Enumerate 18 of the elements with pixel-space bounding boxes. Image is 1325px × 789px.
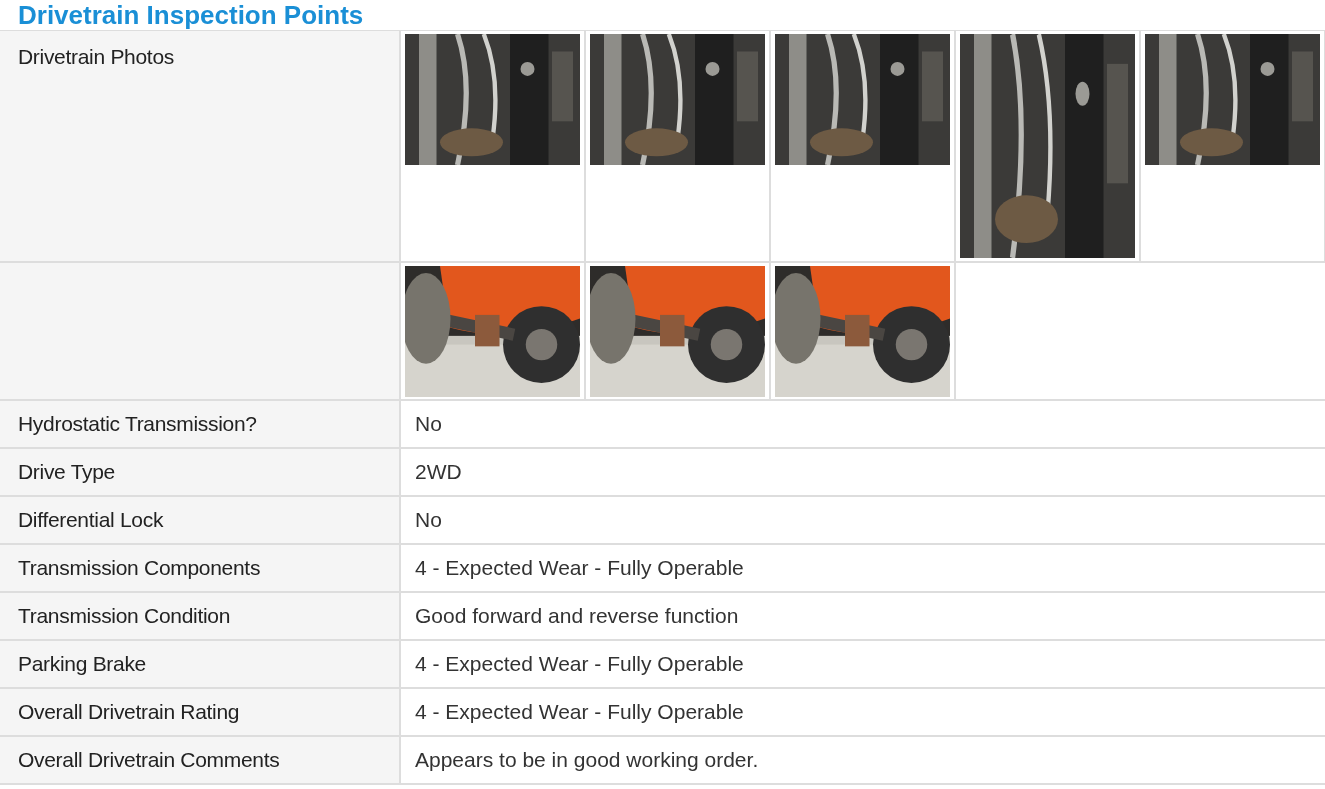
- row-value: 2WD: [415, 460, 462, 484]
- row-value: 4 - Expected Wear - Fully Operable: [415, 556, 744, 580]
- row-value: 4 - Expected Wear - Fully Operable: [415, 652, 744, 676]
- row-label: Drivetrain Photos: [18, 45, 174, 69]
- row-value: 4 - Expected Wear - Fully Operable: [415, 700, 744, 724]
- row-label: Drive Type: [18, 460, 115, 484]
- row-label: Differential Lock: [18, 508, 164, 532]
- row-value: Appears to be in good working order.: [415, 748, 759, 772]
- section-title: Drivetrain Inspection Points: [18, 0, 365, 30]
- row-label: Overall Drivetrain Comments: [18, 748, 280, 772]
- row-label: Parking Brake: [18, 652, 146, 676]
- row-value: No: [415, 508, 442, 532]
- row-value: Good forward and reverse function: [415, 604, 739, 628]
- row-label: Hydrostatic Transmission?: [18, 412, 257, 436]
- row-label: Transmission Condition: [18, 604, 231, 628]
- row-label: Overall Drivetrain Rating: [18, 700, 240, 724]
- row-label: Transmission Components: [18, 556, 261, 580]
- row-value: No: [415, 412, 442, 436]
